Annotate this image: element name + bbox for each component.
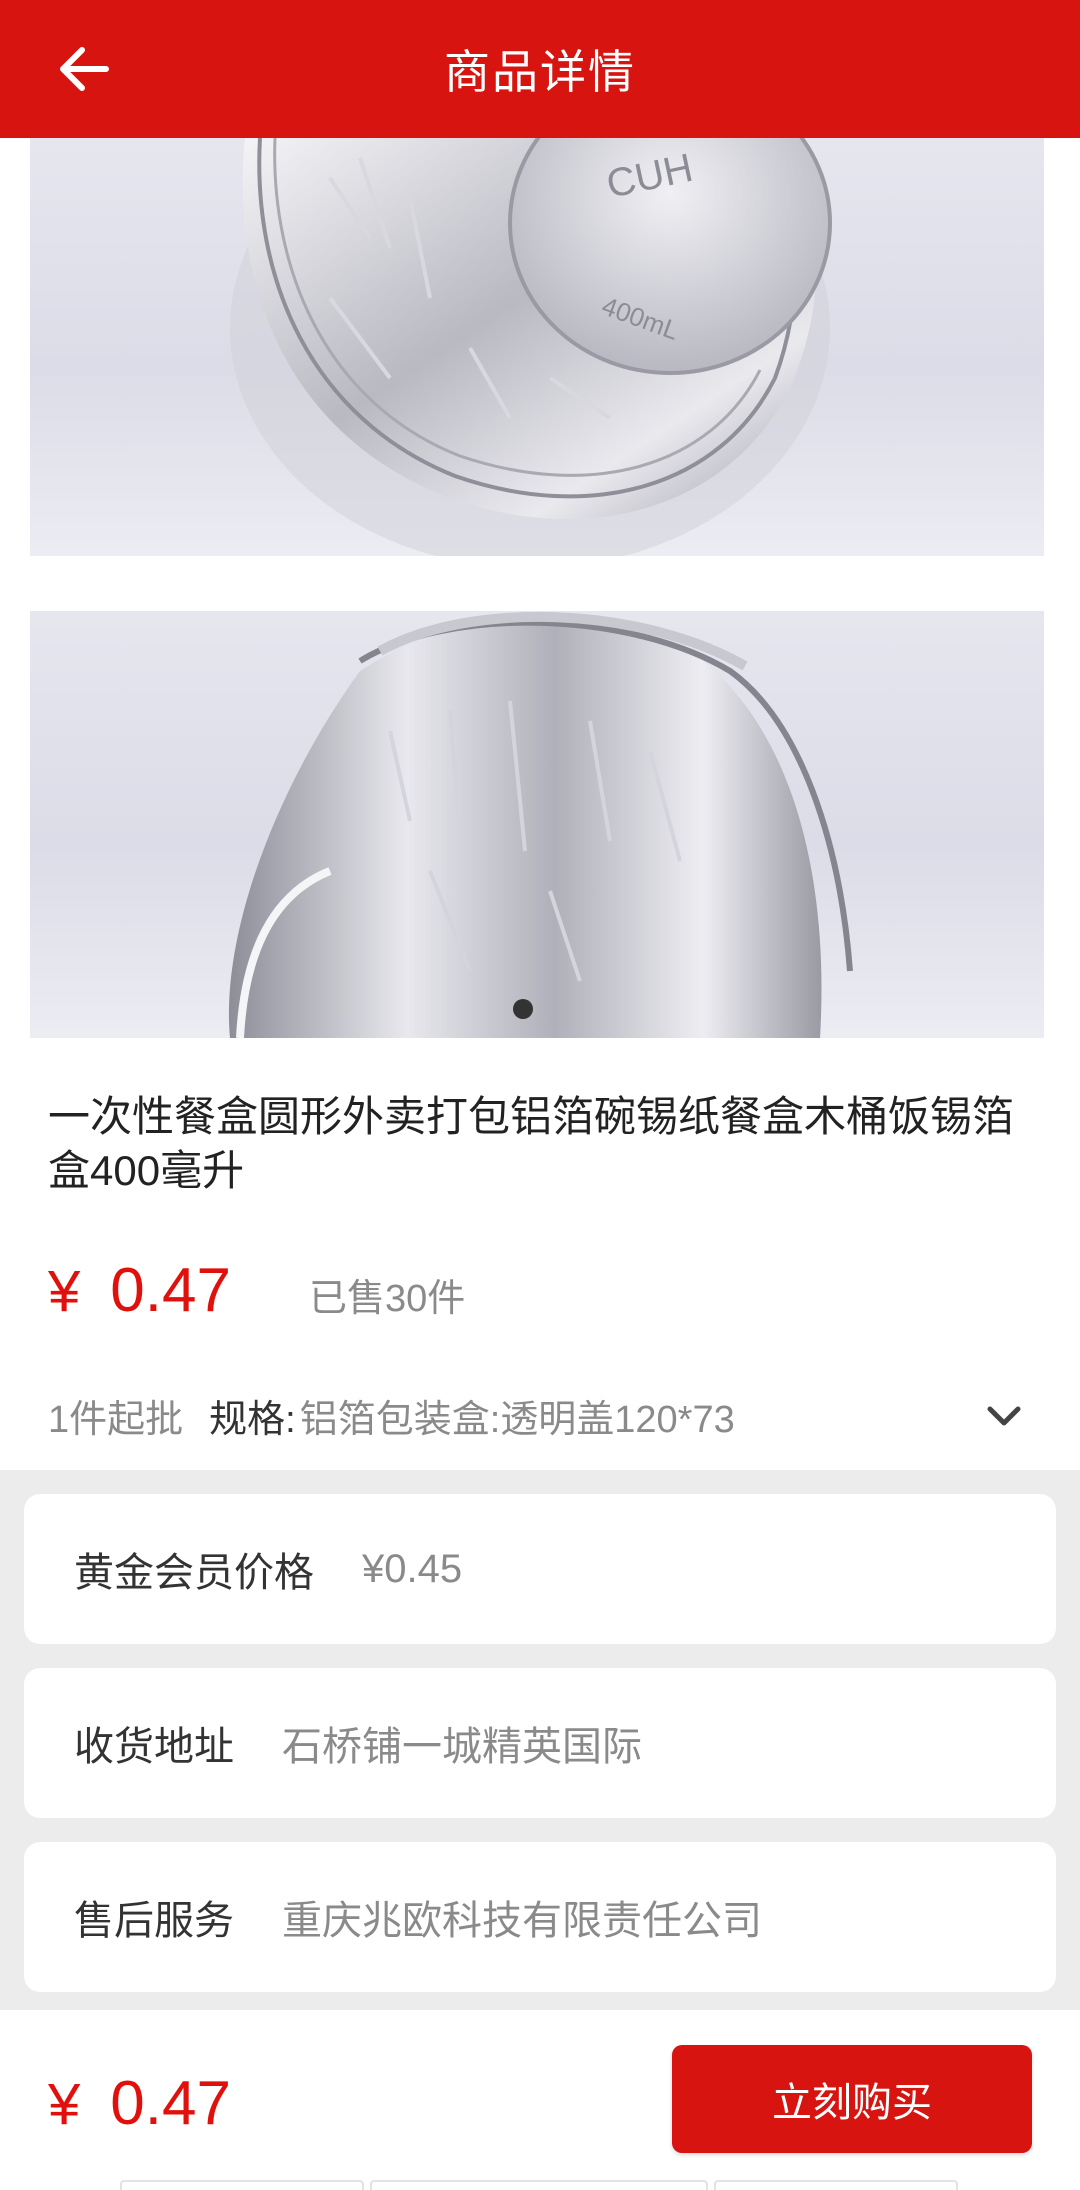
spec-selector[interactable]: 1件起批 规格: 铝箔包装盒:透明盖120*73 bbox=[48, 1380, 1032, 1450]
after-sales-card[interactable]: 售后服务 重庆兆欧科技有限责任公司 bbox=[24, 1842, 1056, 1992]
partial-element bbox=[120, 2180, 364, 2190]
shipping-address-card[interactable]: 收货地址 石桥铺一城精英国际 bbox=[24, 1668, 1056, 1818]
app-header: 商品详情 bbox=[0, 0, 1080, 138]
price-row: ¥ 0.47 已售30件 bbox=[48, 1255, 465, 1326]
currency-symbol: ¥ bbox=[48, 1259, 81, 1324]
foil-bowl-image: CUH 400mL bbox=[230, 138, 832, 556]
product-price: 0.47 bbox=[110, 1256, 231, 1325]
spec-label: 规格: bbox=[209, 1398, 296, 1441]
card-value: 石桥铺一城精英国际 bbox=[282, 1725, 642, 1769]
member-price-card: 黄金会员价格 ¥0.45 bbox=[24, 1494, 1056, 1644]
card-label: 黄金会员价格 bbox=[74, 1551, 314, 1595]
card-label: 售后服务 bbox=[74, 1899, 234, 1943]
product-image-1[interactable]: CUH 400mL bbox=[30, 138, 1044, 556]
carousel-indicator bbox=[513, 999, 533, 1019]
bottom-price: ¥ 0.47 bbox=[48, 2068, 231, 2139]
min-order-quantity: 1件起批 bbox=[48, 1398, 184, 1441]
currency-symbol: ¥ bbox=[48, 2072, 81, 2137]
spec-value: 铝箔包装盒:透明盖120*73 bbox=[299, 1398, 735, 1441]
card-value: ¥0.45 bbox=[362, 1546, 463, 1591]
page-title: 商品详情 bbox=[444, 46, 636, 98]
sold-count: 已售30件 bbox=[308, 1278, 466, 1320]
card-label: 收货地址 bbox=[74, 1725, 234, 1769]
back-button[interactable] bbox=[48, 34, 118, 104]
product-image-2[interactable] bbox=[30, 611, 1044, 1038]
chevron-down-icon[interactable] bbox=[984, 1396, 1024, 1436]
partial-element bbox=[370, 2180, 708, 2190]
foil-bowl-side-image bbox=[228, 611, 853, 1038]
arrow-left-icon bbox=[60, 47, 109, 91]
footer-price: 0.47 bbox=[110, 2069, 231, 2138]
partial-element bbox=[714, 2180, 958, 2190]
card-value: 重庆兆欧科技有限责任公司 bbox=[282, 1899, 762, 1943]
product-title: 一次性餐盒圆形外卖打包铝箔碗锡纸餐盒木桶饭锡箔盒400毫升 bbox=[48, 1093, 1015, 1194]
buy-now-button[interactable]: 立刻购买 bbox=[672, 2045, 1032, 2153]
